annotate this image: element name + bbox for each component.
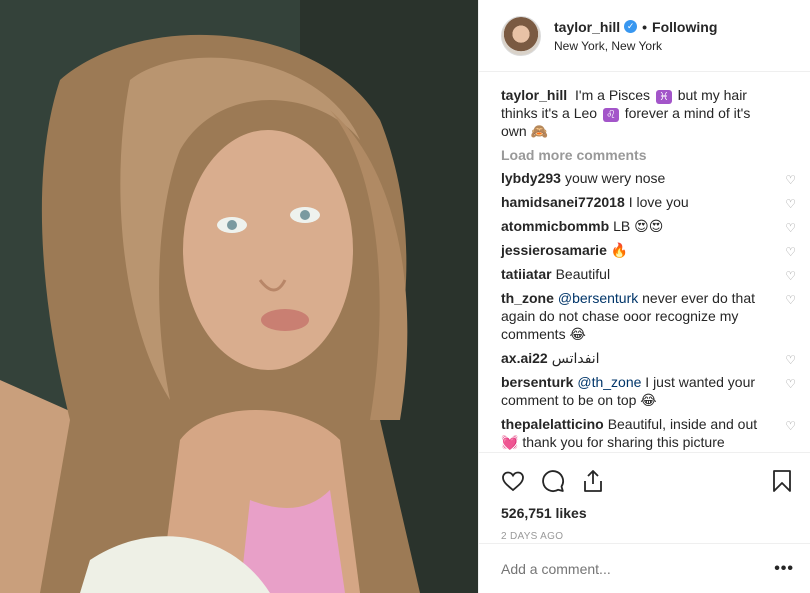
post-sidebar: taylor_hill ✓ • Following New York, New … xyxy=(478,0,810,593)
comment-item: jessierosamarie 🔥 ♡ xyxy=(501,241,796,259)
comment-input[interactable] xyxy=(501,560,775,577)
heart-icon[interactable]: ♡ xyxy=(785,417,796,435)
comment-username[interactable]: bersenturk xyxy=(501,374,573,390)
comment-icon[interactable] xyxy=(541,469,565,493)
post-timestamp[interactable]: 2 DAYS AGO xyxy=(501,531,794,542)
comment-item: ax.ai22 انفداتس ♡ xyxy=(501,349,796,367)
heart-icon[interactable]: ♡ xyxy=(785,219,796,237)
post-caption: taylor_hill I'm a Pisces ♓ but my hair t… xyxy=(501,86,790,140)
action-bar xyxy=(501,461,794,501)
comments-list[interactable]: taylor_hill I'm a Pisces ♓ but my hair t… xyxy=(479,72,810,452)
author-info: taylor_hill ✓ • Following New York, New … xyxy=(554,19,717,53)
more-options-icon[interactable]: ••• xyxy=(774,560,794,578)
following-button[interactable]: Following xyxy=(652,19,717,35)
comment-item: thepalelatticino Beautiful, inside and ou… xyxy=(501,415,796,451)
likes-count[interactable]: 526,751 likes xyxy=(501,505,794,521)
comment-username[interactable]: ax.ai22 xyxy=(501,350,548,366)
comment-item: bersenturk @th_zone I just wanted your co… xyxy=(501,373,796,409)
selfie-illustration xyxy=(0,0,478,593)
comment-username[interactable]: thepalelatticino xyxy=(501,416,604,432)
comment-username[interactable]: hamidsanei772018 xyxy=(501,194,625,210)
caption-username[interactable]: taylor_hill xyxy=(501,87,567,103)
comment-mention[interactable]: @bersenturk xyxy=(558,290,638,306)
comment-username[interactable]: lybdy293 xyxy=(501,170,561,186)
heart-icon[interactable]: ♡ xyxy=(785,351,796,369)
comment-text: Beautiful xyxy=(555,266,611,282)
heart-icon[interactable]: ♡ xyxy=(785,267,796,285)
heart-icon[interactable]: ♡ xyxy=(785,171,796,189)
comment-item: atommicbommb LB 😍😍 ♡ xyxy=(501,217,796,235)
post-actions: 526,751 likes 2 DAYS AGO xyxy=(479,452,810,542)
add-comment-bar: ••• xyxy=(479,543,810,593)
share-icon[interactable] xyxy=(581,469,605,493)
comment-username[interactable]: th_zone xyxy=(501,290,554,306)
comment-item: tatiiatar Beautiful ♡ xyxy=(501,265,796,283)
comment-item: th_zone @bersenturk never ever do that ag… xyxy=(501,289,796,343)
comment-text: youw wery nose xyxy=(564,170,666,186)
comment-item: lybdy293 youw wery nose ♡ xyxy=(501,169,796,187)
comment-text: انفداتس xyxy=(551,350,600,366)
avatar[interactable] xyxy=(501,15,541,56)
comment-text: LB 😍😍 xyxy=(613,218,664,234)
verified-badge-icon: ✓ xyxy=(624,20,638,33)
leo-icon: ♌ xyxy=(602,108,619,122)
instagram-post: taylor_hill ✓ • Following New York, New … xyxy=(0,0,810,593)
comment-mention[interactable]: @th_zone xyxy=(577,374,641,390)
comment-text: 🔥 xyxy=(610,242,629,258)
comment-username[interactable]: jessierosamarie xyxy=(501,242,607,258)
heart-icon[interactable] xyxy=(501,469,525,493)
author-username[interactable]: taylor_hill xyxy=(554,19,620,35)
heart-icon[interactable]: ♡ xyxy=(785,375,796,393)
location-link[interactable]: New York, New York xyxy=(554,39,717,53)
pisces-icon: ♓ xyxy=(655,90,672,104)
comment-username[interactable]: atommicbommb xyxy=(501,218,609,234)
post-photo[interactable] xyxy=(0,0,478,593)
separator-dot: • xyxy=(642,18,648,35)
author-line: taylor_hill ✓ • Following xyxy=(554,19,717,35)
caption-text-a: I'm a Pisces xyxy=(575,87,651,103)
heart-icon[interactable]: ♡ xyxy=(785,243,796,261)
comment-text: I love you xyxy=(628,194,689,210)
comment-username[interactable]: tatiiatar xyxy=(501,266,552,282)
heart-icon[interactable]: ♡ xyxy=(785,291,796,309)
bookmark-icon[interactable] xyxy=(770,469,794,493)
load-more-comments-button[interactable]: Load more comments xyxy=(501,147,790,163)
heart-icon[interactable]: ♡ xyxy=(785,195,796,213)
comment-item: hamidsanei772018 I love you ♡ xyxy=(501,193,796,211)
post-header: taylor_hill ✓ • Following New York, New … xyxy=(479,0,810,72)
